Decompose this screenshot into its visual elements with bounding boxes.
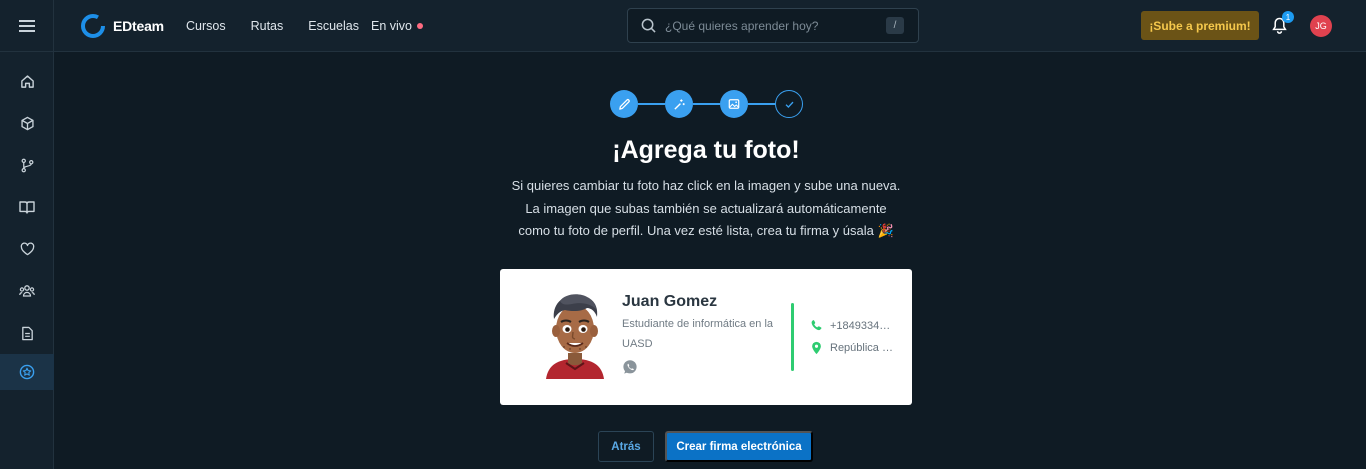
menu-icon[interactable] — [0, 0, 54, 52]
nav-cursos[interactable]: Cursos — [186, 19, 226, 33]
home-icon[interactable] — [0, 63, 54, 99]
nav-escuelas[interactable]: Escuelas — [308, 19, 359, 33]
live-dot-icon — [416, 23, 423, 29]
step-3-image-icon — [720, 90, 748, 118]
card-name: Juan Gomez — [622, 293, 718, 310]
notifications-bell-icon[interactable]: 1 — [1272, 11, 1294, 39]
card-role: Estudiante de informática en la UASD — [622, 318, 774, 350]
branch-icon[interactable] — [0, 147, 54, 183]
live-label: En vivo — [370, 19, 412, 33]
brand-logo[interactable]: EDteam — [80, 13, 164, 39]
description-line: Si quieres cambiar tu foto haz click en … — [511, 178, 901, 193]
nav-en-vivo[interactable]: En vivo — [371, 19, 423, 33]
cube-icon[interactable] — [0, 105, 54, 141]
community-icon[interactable] — [0, 273, 54, 309]
main-content: ¡Agrega tu foto! Si quieres cambiar tu f… — [54, 52, 1366, 469]
step-1-pencil-icon — [610, 90, 638, 118]
location-text: República Dominicana — [830, 342, 896, 354]
page-description: Si quieres cambiar tu foto haz click en … — [54, 175, 1358, 243]
nav-rutas[interactable]: Rutas — [251, 19, 284, 33]
premium-button[interactable]: ¡Sube a premium! — [1141, 11, 1259, 40]
card-divider — [791, 303, 794, 371]
phone-text: +18493345555 — [830, 319, 896, 332]
notification-count-badge: 1 — [1282, 11, 1294, 23]
description-line: como tu foto de perfil. Una vez esté lis… — [518, 223, 894, 238]
heart-icon[interactable] — [0, 231, 54, 267]
search-input[interactable] — [665, 18, 886, 33]
contact-location: República Dominicana — [810, 341, 896, 355]
sidebar — [0, 52, 54, 469]
brand-name: EDteam — [113, 18, 164, 34]
whatsapp-icon[interactable] — [622, 359, 638, 375]
contact-phone: +18493345555 — [810, 319, 896, 332]
step-connector — [638, 103, 665, 105]
back-button[interactable]: Atrás — [598, 431, 654, 462]
search-box[interactable]: / — [627, 8, 919, 43]
step-4-check-icon — [775, 90, 803, 118]
description-line: La imagen que subas también se actualiza… — [525, 200, 887, 216]
step-2-magic-wand-icon — [665, 90, 693, 118]
create-signature-button[interactable]: Crear firma electrónica — [665, 431, 813, 462]
search-shortcut-key: / — [886, 17, 904, 34]
step-connector — [693, 103, 720, 105]
step-connector — [748, 103, 775, 105]
page-title: ¡Agrega tu foto! — [612, 136, 800, 164]
search-icon — [641, 18, 656, 33]
user-avatar[interactable]: JG — [1310, 15, 1332, 37]
top-bar: EDteam Cursos Rutas Escuelas En vivo / ¡… — [0, 0, 1366, 52]
phone-icon — [811, 320, 822, 331]
location-pin-icon — [812, 341, 821, 355]
main-nav: Cursos Rutas Escuelas En vivo — [186, 0, 423, 52]
book-icon[interactable] — [0, 189, 54, 225]
signature-preview-card: Juan Gomez Estudiante de informática en … — [500, 269, 912, 405]
document-icon[interactable] — [0, 315, 54, 351]
progress-stepper — [610, 90, 803, 118]
edteam-logo-icon — [81, 14, 105, 38]
profile-photo-avatar[interactable] — [540, 291, 610, 379]
star-badge-icon[interactable] — [0, 354, 54, 390]
